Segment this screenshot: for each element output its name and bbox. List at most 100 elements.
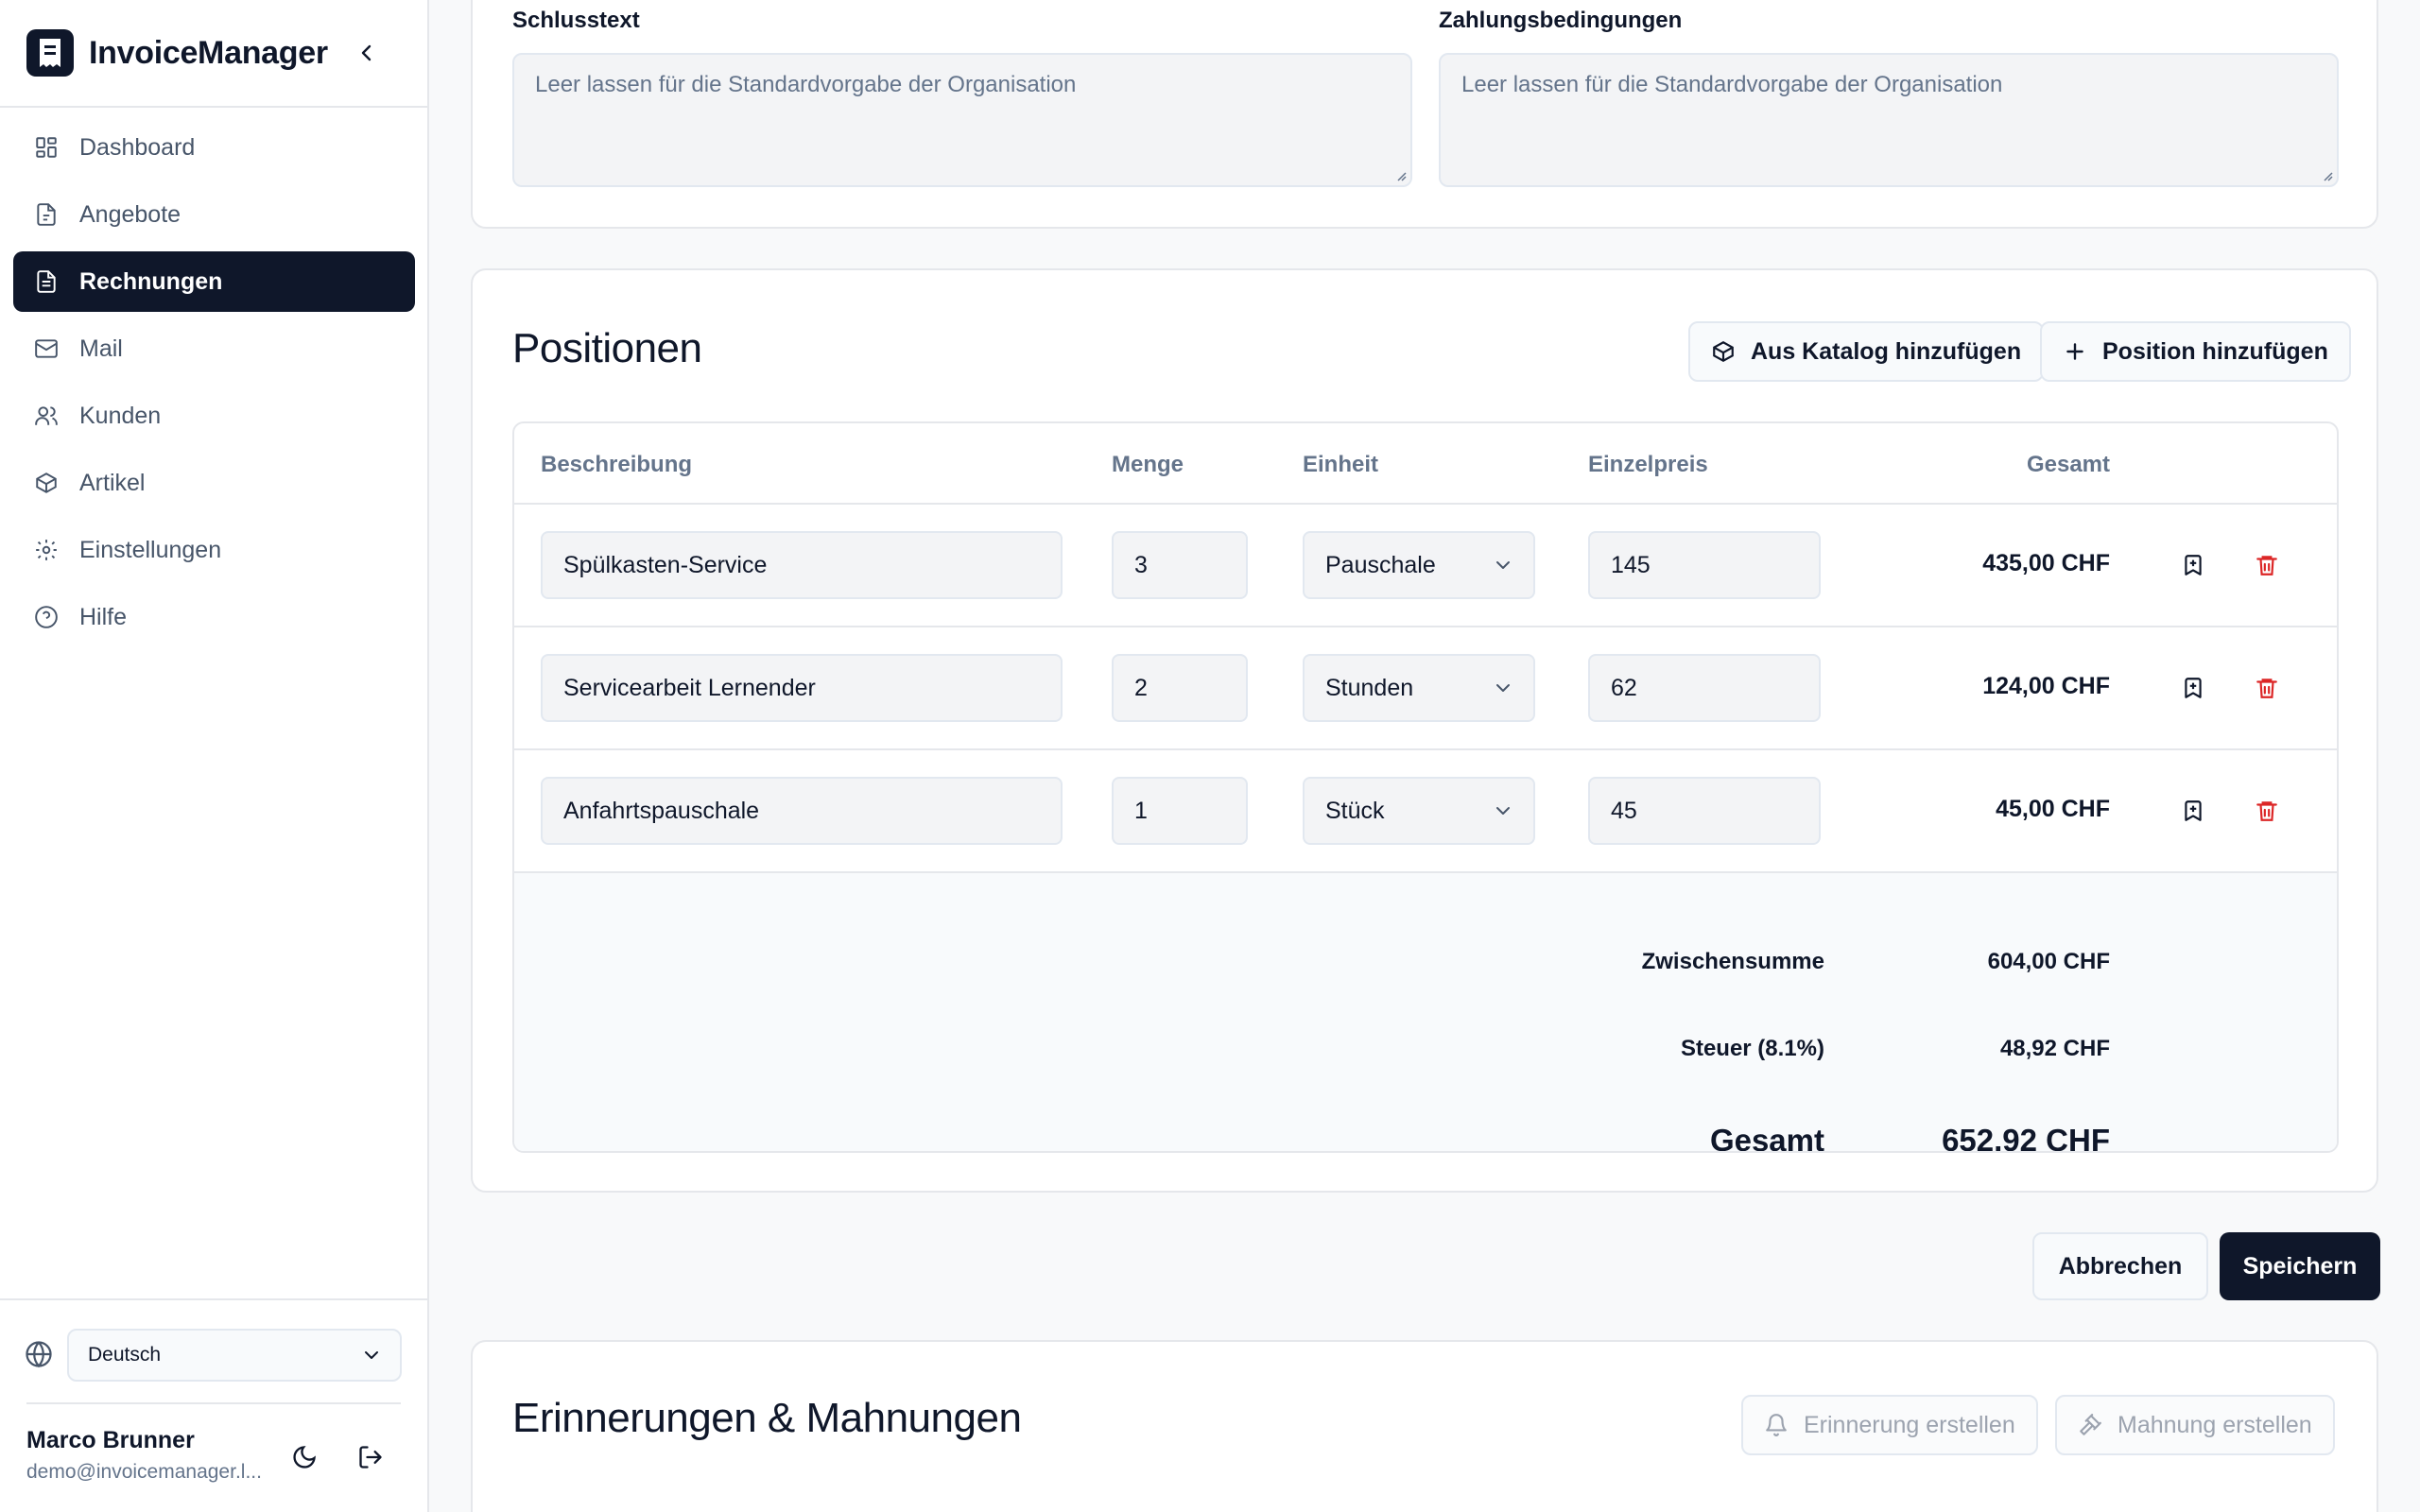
bookmark-plus-icon[interactable] [2176, 671, 2210, 705]
unit-select[interactable]: Stück [1303, 777, 1535, 845]
sidebar-item-hilfe[interactable]: Hilfe [13, 587, 415, 647]
divider [0, 1298, 427, 1300]
sidebar-item-artikel[interactable]: Artikel [13, 453, 415, 513]
description-input[interactable]: Servicearbeit Lernender [541, 654, 1063, 722]
sidebar-item-kunden[interactable]: Kunden [13, 386, 415, 446]
sidebar-item-rechnungen[interactable]: Rechnungen [13, 251, 415, 312]
unit-value: Stück [1325, 797, 1385, 824]
quantity-input[interactable]: 3 [1112, 531, 1248, 599]
plus-icon [2063, 339, 2087, 364]
subtotal-label: Zwischensumme [1641, 949, 1824, 974]
sidebar-item-angebote[interactable]: Angebote [13, 184, 415, 245]
sidebar-item-mail[interactable]: Mail [13, 318, 415, 379]
users-icon [32, 402, 60, 430]
gavel-icon [2078, 1413, 2102, 1437]
unit-select[interactable]: Pauschale [1303, 531, 1535, 599]
description-input[interactable]: Anfahrtspauschale [541, 777, 1063, 845]
chevron-down-icon [1494, 801, 1512, 820]
logout-icon [357, 1444, 384, 1470]
quantity-value: 2 [1134, 674, 1148, 701]
tax-label: Steuer (8.1%) [1680, 1036, 1824, 1061]
chevron-down-icon [1494, 679, 1512, 697]
trash-icon[interactable] [2250, 671, 2284, 705]
sidebar-item-label: Hilfe [79, 603, 128, 630]
trash-icon[interactable] [2250, 548, 2284, 582]
create-dunning-label: Mahnung erstellen [2118, 1411, 2312, 1438]
resize-handle-icon [1393, 168, 1407, 181]
collapse-sidebar-button[interactable] [350, 36, 384, 70]
grand-total-value: 652,92 CHF [1942, 1123, 2110, 1153]
unit-price-input[interactable]: 145 [1588, 531, 1821, 599]
mail-icon [32, 335, 60, 363]
main-nav: Dashboard Angebote Rechnungen Mail Kunde… [13, 117, 415, 654]
bookmark-plus-icon[interactable] [2176, 794, 2210, 828]
sidebar-item-label: Mail [79, 335, 123, 362]
positions-card: Positionen Aus Katalog hinzufügen Positi… [471, 268, 2378, 1193]
sidebar: InvoiceManager Dashboard Angebote Rechnu… [0, 0, 429, 1512]
description-value: Anfahrtspauschale [563, 797, 760, 824]
add-from-catalog-label: Aus Katalog hinzufügen [1751, 337, 2022, 365]
invoice-icon [32, 267, 60, 296]
unit-price-value: 45 [1611, 797, 1637, 824]
description-input[interactable]: Spülkasten-Service [541, 531, 1063, 599]
theme-toggle-button[interactable] [285, 1438, 323, 1476]
cancel-button[interactable]: Abbrechen [2032, 1232, 2208, 1300]
sidebar-item-label: Einstellungen [79, 536, 222, 563]
dashboard-icon [32, 133, 60, 162]
logout-button[interactable] [352, 1438, 389, 1476]
column-header-unit: Einheit [1303, 452, 1379, 477]
table-header: Beschreibung Menge Einheit Einzelpreis G… [514, 423, 2337, 505]
unit-value: Stunden [1325, 674, 1414, 701]
column-header-total: Gesamt [2026, 452, 2110, 477]
table-row: Anfahrtspauschale 1 Stück 45 45,00 CHF [514, 750, 2337, 873]
user-email: demo@invoicemanager.l... [26, 1461, 262, 1483]
texts-card: Schlusstext Leer lassen für die Standard… [471, 0, 2378, 229]
quantity-input[interactable]: 1 [1112, 777, 1248, 845]
divider [0, 106, 427, 108]
save-label: Speichern [2242, 1252, 2358, 1280]
column-header-unit-price: Einzelpreis [1588, 452, 1708, 477]
create-reminder-button[interactable]: Erinnerung erstellen [1741, 1395, 2038, 1455]
quantity-input[interactable]: 2 [1112, 654, 1248, 722]
table-row: Spülkasten-Service 3 Pauschale 145 435,0… [514, 505, 2337, 627]
chevron-down-icon [362, 1346, 381, 1365]
payment-terms-textarea[interactable]: Leer lassen für die Standardvorgabe der … [1439, 53, 2339, 187]
row-total: 435,00 CHF [1982, 550, 2110, 576]
sidebar-item-einstellungen[interactable]: Einstellungen [13, 520, 415, 580]
closing-text-label: Schlusstext [512, 8, 640, 33]
save-button[interactable]: Speichern [2220, 1232, 2380, 1300]
create-dunning-button[interactable]: Mahnung erstellen [2055, 1395, 2335, 1455]
trash-icon[interactable] [2250, 794, 2284, 828]
brand[interactable]: InvoiceManager [26, 26, 328, 79]
totals-summary: Zwischensumme 604,00 CHF Steuer (8.1%) 4… [514, 873, 2337, 1153]
create-reminder-label: Erinnerung erstellen [1804, 1411, 2015, 1438]
add-position-label: Position hinzufügen [2102, 337, 2328, 365]
column-header-description: Beschreibung [541, 452, 693, 477]
grand-total-label: Gesamt [1709, 1123, 1824, 1153]
column-header-quantity: Menge [1112, 452, 1184, 477]
unit-price-value: 62 [1611, 674, 1637, 701]
sidebar-item-label: Artikel [79, 469, 146, 496]
package-icon [32, 469, 60, 497]
divider [26, 1402, 401, 1404]
resize-handle-icon [2320, 168, 2333, 181]
add-position-button[interactable]: Position hinzufügen [2040, 321, 2351, 382]
bookmark-plus-icon[interactable] [2176, 548, 2210, 582]
add-from-catalog-button[interactable]: Aus Katalog hinzufügen [1688, 321, 2045, 382]
closing-text-textarea[interactable]: Leer lassen für die Standardvorgabe der … [512, 53, 1412, 187]
unit-price-input[interactable]: 62 [1588, 654, 1821, 722]
globe-icon [25, 1340, 53, 1368]
app-name: InvoiceManager [89, 34, 328, 71]
language-select[interactable]: Deutsch [67, 1329, 402, 1382]
table-row: Servicearbeit Lernender 2 Stunden 62 124… [514, 627, 2337, 750]
unit-price-value: 145 [1611, 551, 1651, 578]
package-icon [1711, 339, 1736, 364]
positions-table: Beschreibung Menge Einheit Einzelpreis G… [512, 421, 2339, 1153]
row-total: 45,00 CHF [1996, 796, 2110, 822]
unit-select[interactable]: Stunden [1303, 654, 1535, 722]
description-value: Spülkasten-Service [563, 551, 768, 578]
payment-terms-label: Zahlungsbedingungen [1439, 8, 1683, 33]
unit-price-input[interactable]: 45 [1588, 777, 1821, 845]
sidebar-item-dashboard[interactable]: Dashboard [13, 117, 415, 178]
chevron-left-icon [357, 43, 376, 62]
